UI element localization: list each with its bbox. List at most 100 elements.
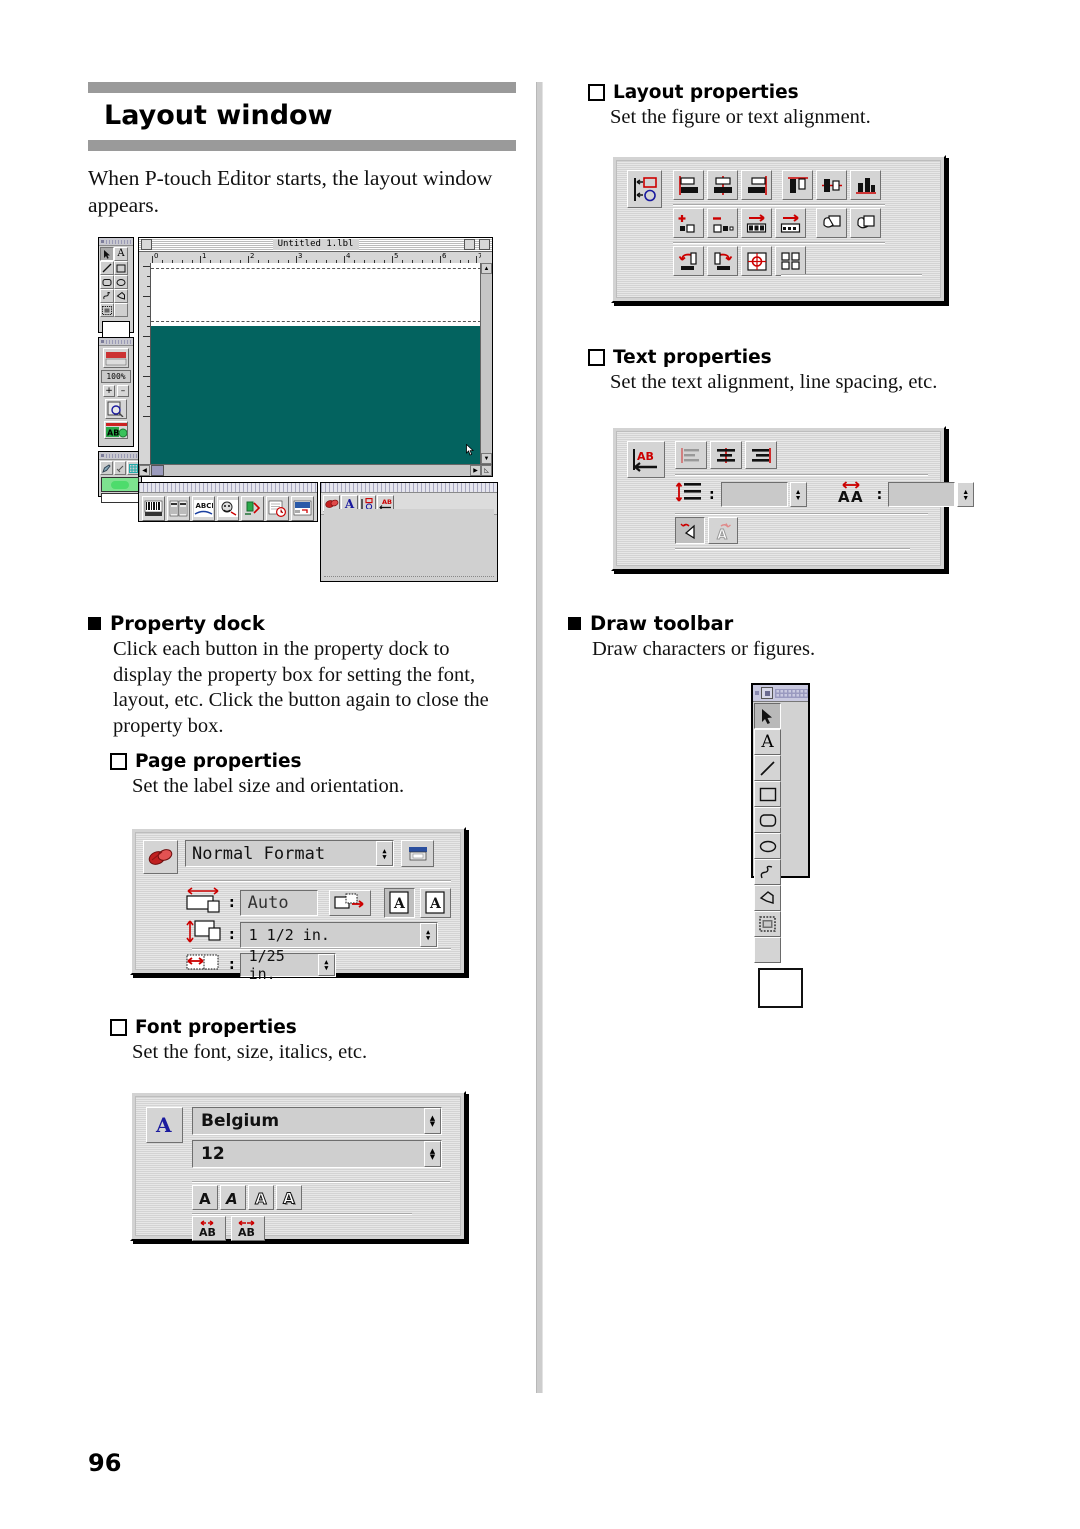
document-window[interactable]: Untitled 1.lbl 0 1 2 3 4 5 6 ▲ ▼ ◀ ▶ ◺: [138, 237, 493, 477]
property-dock-panel[interactable]: A AB: [320, 482, 498, 582]
object-toolbar[interactable]: ABCD: [138, 482, 318, 522]
layout-properties-panel[interactable]: [611, 155, 946, 303]
collapse-box[interactable]: [479, 239, 490, 250]
arrow-select-icon[interactable]: [100, 247, 114, 261]
shadow-icon[interactable]: AA: [276, 1185, 302, 1210]
text-tool-icon[interactable]: A: [114, 247, 128, 261]
scroll-left-arrow[interactable]: ◀: [139, 465, 150, 476]
polygon-tool-icon[interactable]: [754, 885, 781, 911]
line-tool-icon[interactable]: [754, 755, 781, 781]
margin-spinner[interactable]: ▲ ▼: [318, 953, 335, 976]
color-swatch[interactable]: [101, 477, 139, 492]
text-properties-icon[interactable]: AB: [627, 441, 665, 478]
arc-text-icon[interactable]: ABCD: [191, 496, 215, 521]
close-box[interactable]: [141, 239, 152, 250]
font-properties-panel[interactable]: A Belgium ▲ ▼ 12 ▲ ▼ A A A A A AB AB: [130, 1091, 466, 1241]
label-canvas[interactable]: [151, 263, 481, 464]
page-format-select[interactable]: Normal Format ▲ ▼: [185, 840, 394, 867]
arrow-select-icon[interactable]: [754, 703, 781, 729]
char-spacing-field[interactable]: [888, 482, 956, 507]
scroll-down-arrow[interactable]: ▼: [481, 453, 492, 464]
color-palette[interactable]: [98, 451, 142, 503]
align-bottom-icon[interactable]: [850, 170, 881, 200]
page-margin-select[interactable]: 1/25 in. ▲ ▼: [239, 947, 336, 983]
database-icon[interactable]: [166, 496, 190, 521]
remove-object-icon[interactable]: [707, 208, 738, 238]
text-tool-icon[interactable]: A: [754, 729, 781, 755]
layout-properties-icon[interactable]: [627, 170, 662, 208]
draw-tools-palette[interactable]: A: [98, 237, 134, 341]
resize-grip[interactable]: ◺: [481, 465, 492, 476]
font-size-select[interactable]: 12 ▲ ▼: [192, 1140, 442, 1168]
align-center-horizontal-icon[interactable]: [707, 170, 738, 200]
rectangle-tool-icon[interactable]: [754, 781, 781, 807]
text-align-center-icon[interactable]: [710, 441, 742, 469]
width-spinner[interactable]: ▲ ▼: [419, 922, 437, 947]
freehand-tool-icon[interactable]: [100, 289, 114, 303]
font-properties-icon[interactable]: A: [146, 1107, 183, 1143]
align-middle-vertical-icon[interactable]: [816, 170, 847, 200]
polygon-tool-icon[interactable]: [114, 289, 128, 303]
rounded-rectangle-tool-icon[interactable]: [100, 275, 114, 289]
printer-icon[interactable]: [401, 840, 434, 867]
format-spinner[interactable]: ▲ ▼: [376, 841, 393, 866]
rotate-left-icon[interactable]: [673, 246, 704, 276]
no-color-swatch[interactable]: [101, 493, 139, 503]
font-size-spinner[interactable]: ▲ ▼: [424, 1141, 441, 1167]
fill-color-swatch[interactable]: [758, 968, 803, 1008]
page-properties-panel[interactable]: Normal Format ▲ ▼: Auto A A: 1 1/2 in.…: [130, 827, 466, 983]
grid-icon[interactable]: [775, 246, 806, 276]
line-spacing-field[interactable]: [720, 482, 788, 507]
print-preview-icon[interactable]: [103, 348, 129, 368]
page-width-select[interactable]: 1 1/2 in. ▲ ▼: [239, 921, 438, 948]
send-to-back-icon[interactable]: [850, 208, 881, 238]
rotate-text-icon[interactable]: A: [708, 517, 738, 544]
brush-icon[interactable]: [113, 461, 127, 475]
ab-color-icon[interactable]: AB: [104, 421, 128, 439]
horizontal-scrollbar[interactable]: ◀ ▶ ◺: [139, 464, 492, 476]
orientation-portrait-icon[interactable]: A: [419, 887, 451, 918]
page-properties-icon[interactable]: [143, 840, 178, 874]
barcode-icon[interactable]: [142, 496, 165, 521]
auto-length-icon[interactable]: [328, 889, 371, 916]
freehand-tool-icon[interactable]: [754, 859, 781, 885]
add-object-icon[interactable]: [673, 208, 704, 238]
zoom-in-icon[interactable]: +: [103, 385, 115, 397]
scroll-right-arrow[interactable]: ▶: [470, 465, 481, 476]
vertical-text-icon[interactable]: [675, 517, 705, 544]
blank-tool-icon[interactable]: [754, 937, 781, 963]
page-length-field[interactable]: Auto: [239, 889, 318, 916]
clipart-icon[interactable]: [216, 496, 240, 521]
line-tool-icon[interactable]: [100, 261, 114, 275]
ellipse-tool-icon[interactable]: [754, 833, 781, 859]
view-palette[interactable]: 100% + – AB: [98, 337, 134, 447]
distribute-even-icon[interactable]: [775, 208, 806, 238]
label-body[interactable]: [151, 326, 481, 464]
bring-to-front-icon[interactable]: [816, 208, 847, 238]
palette-titlebar[interactable]: [753, 685, 808, 702]
magnify-icon[interactable]: [105, 399, 127, 419]
palette-grip[interactable]: [99, 452, 141, 460]
line-spacing-spinner[interactable]: ▲ ▼: [789, 482, 807, 507]
char-spacing-narrow-icon[interactable]: AB: [192, 1216, 226, 1241]
date-time-icon[interactable]: [266, 496, 290, 521]
bold-icon[interactable]: A: [192, 1185, 218, 1210]
text-align-left-icon[interactable]: [675, 441, 707, 469]
palette-grip[interactable]: [99, 338, 133, 346]
italic-icon[interactable]: A: [220, 1185, 246, 1210]
text-properties-panel[interactable]: AB: ▲ ▼ A A: ▲ ▼ A: [611, 426, 975, 571]
distribute-horizontal-icon[interactable]: [741, 208, 772, 238]
char-spacing-spinner[interactable]: ▲ ▼: [957, 482, 975, 507]
canvas-area[interactable]: [139, 263, 481, 464]
font-name-spinner[interactable]: ▲ ▼: [424, 1108, 441, 1134]
font-name-select[interactable]: Belgium ▲ ▼: [192, 1107, 442, 1135]
pen-icon[interactable]: [100, 461, 113, 475]
draw-toolbar-palette[interactable]: A: [751, 683, 810, 1008]
scroll-thumb[interactable]: [151, 465, 164, 476]
toolbar-grip[interactable]: [139, 483, 317, 493]
layout-object-icon[interactable]: [291, 496, 315, 521]
palette-close-box[interactable]: [761, 687, 773, 699]
outline-icon[interactable]: A: [248, 1185, 274, 1210]
rotate-right-icon[interactable]: [707, 246, 738, 276]
char-spacing-wide-icon[interactable]: AB: [231, 1216, 265, 1241]
